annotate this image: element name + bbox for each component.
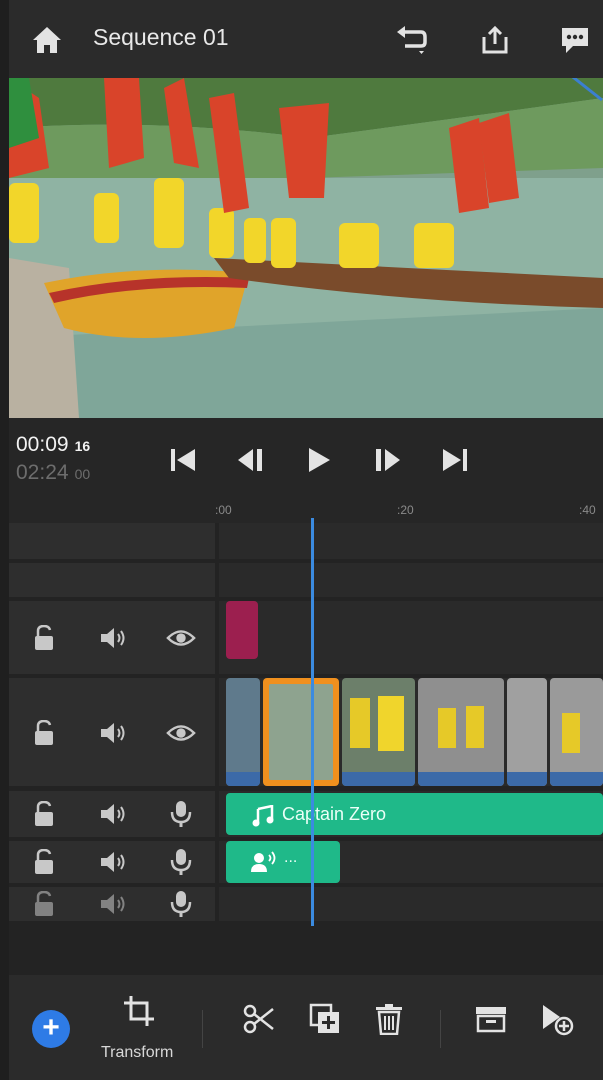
playhead[interactable]	[311, 518, 314, 926]
video-clip[interactable]	[226, 678, 260, 786]
undo-icon[interactable]	[393, 22, 429, 58]
share-icon[interactable]	[477, 22, 513, 58]
track-audio-empty[interactable]	[219, 887, 603, 921]
ruler-tick: :00	[215, 503, 232, 517]
step-forward-icon[interactable]	[369, 442, 405, 478]
insert-clip-icon[interactable]	[535, 997, 579, 1041]
track-empty[interactable]	[219, 523, 603, 559]
skip-to-start-icon[interactable]	[165, 442, 201, 478]
toolbar-divider	[202, 1010, 203, 1048]
bottom-toolbar: + Transform	[9, 975, 603, 1080]
microphone-icon[interactable]	[166, 889, 196, 919]
home-icon[interactable]	[29, 22, 65, 58]
voiceover-clip[interactable]: ...	[226, 841, 340, 883]
microphone-icon[interactable]	[166, 799, 196, 829]
play-icon[interactable]	[301, 442, 337, 478]
timeline-empty-area	[9, 923, 603, 975]
track-header-voiceover	[9, 841, 215, 883]
track-title[interactable]	[219, 601, 603, 674]
scissors-icon[interactable]	[237, 997, 281, 1041]
app-frame: Sequence 01 00:09 16 02:24 00:00:20:4…	[9, 0, 603, 1080]
track-header-title	[9, 601, 215, 674]
voiceover-icon	[251, 851, 276, 872]
title-clip[interactable]	[226, 601, 258, 659]
lock-icon[interactable]	[29, 889, 59, 919]
ruler-tick: :40	[579, 503, 596, 517]
archive-icon[interactable]	[469, 997, 513, 1041]
ruler-tick: :20	[397, 503, 414, 517]
track-header-audio-empty	[9, 887, 215, 921]
transform-icon[interactable]	[117, 989, 161, 1033]
video-clip[interactable]	[342, 678, 415, 786]
video-clip[interactable]	[507, 678, 547, 786]
speaker-icon[interactable]	[99, 623, 129, 653]
lock-icon[interactable]	[29, 847, 59, 877]
trash-icon[interactable]	[367, 997, 411, 1041]
track-header-empty	[9, 563, 215, 597]
video-clip[interactable]	[418, 678, 504, 786]
video-preview[interactable]	[9, 78, 603, 418]
music-clip[interactable]: Captain Zero	[226, 793, 603, 835]
track-header-audio	[9, 791, 215, 837]
microphone-icon[interactable]	[166, 847, 196, 877]
duplicate-icon[interactable]	[303, 997, 347, 1041]
speaker-icon[interactable]	[99, 799, 129, 829]
voiceover-clip-label: ...	[284, 849, 298, 866]
track-video[interactable]	[219, 678, 603, 786]
track-header-empty	[9, 523, 215, 559]
add-media-button[interactable]: +	[32, 1010, 70, 1048]
lock-icon[interactable]	[29, 799, 59, 829]
sequence-title[interactable]: Sequence 01	[93, 24, 229, 51]
eye-icon[interactable]	[166, 718, 196, 748]
eye-icon[interactable]	[166, 623, 196, 653]
current-timecode: 00:09 16	[16, 433, 91, 456]
track-empty[interactable]	[219, 563, 603, 597]
step-back-icon[interactable]	[233, 442, 269, 478]
lock-icon[interactable]	[29, 718, 59, 748]
toolbar-divider	[440, 1010, 441, 1048]
skip-to-end-icon[interactable]	[437, 442, 473, 478]
track-header-video	[9, 678, 215, 786]
total-duration: 02:24 00	[16, 461, 91, 484]
timeline-ruler[interactable]: :00 :20 :40	[9, 503, 603, 523]
speaker-icon[interactable]	[99, 889, 129, 919]
feedback-icon[interactable]	[557, 22, 593, 58]
annotation-arrow	[571, 78, 603, 102]
music-note-icon	[252, 805, 274, 827]
track-audio-music[interactable]: Captain Zero	[219, 791, 603, 837]
speaker-icon[interactable]	[99, 847, 129, 877]
lock-icon[interactable]	[29, 623, 59, 653]
timeline: Captain Zero ...	[9, 523, 603, 923]
transport-bar: 00:09 16 02:24 00	[9, 418, 603, 503]
header-bar: Sequence 01	[9, 0, 603, 78]
track-audio-voiceover[interactable]: ...	[219, 841, 603, 883]
video-clip[interactable]	[550, 678, 603, 786]
video-clip-selected[interactable]	[263, 678, 339, 786]
music-clip-title: Captain Zero	[282, 804, 387, 824]
speaker-icon[interactable]	[99, 718, 129, 748]
transform-label[interactable]: Transform	[101, 1044, 173, 1062]
